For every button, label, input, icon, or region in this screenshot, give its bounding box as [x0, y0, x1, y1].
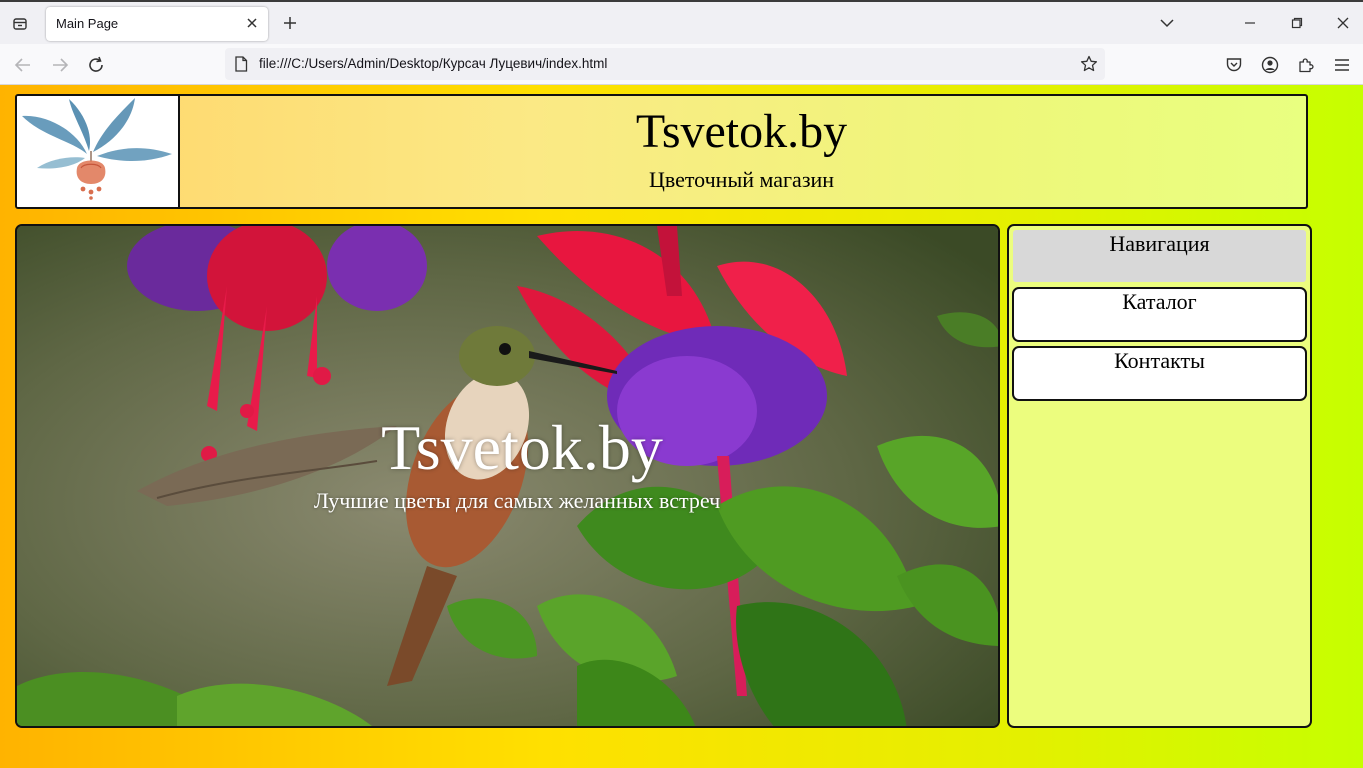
- navigation-heading: Навигация: [1013, 230, 1306, 282]
- browser-tab-bar: Main Page: [0, 0, 1363, 44]
- hero-banner: Tsvetok.by Лучшие цветы для самых желанн…: [15, 224, 1000, 728]
- navigation-sidebar: Навигация Каталог Контакты: [1007, 224, 1312, 728]
- browser-tab[interactable]: Main Page: [46, 7, 268, 41]
- close-window-icon[interactable]: [1331, 12, 1355, 34]
- minimize-icon[interactable]: [1238, 12, 1262, 34]
- page-viewport: Tsvetok.by Цветочный магазин Tsvetok.by …: [0, 85, 1363, 768]
- browser-nav-bar: file:///C:/Users/Admin/Desktop/Курсач Лу…: [0, 44, 1363, 85]
- logo: [17, 96, 180, 207]
- bookmark-star-icon[interactable]: [1079, 54, 1099, 74]
- reload-icon[interactable]: [84, 53, 108, 77]
- account-icon[interactable]: [1258, 53, 1282, 77]
- tab-title: Main Page: [56, 16, 119, 31]
- hero-tagline: Лучшие цветы для самых желанных встреч: [313, 488, 721, 513]
- site-title: Tsvetok.by: [635, 105, 848, 158]
- page-icon: [233, 56, 249, 72]
- forward-arrow-icon[interactable]: [48, 53, 72, 77]
- site-subtitle: Цветочный магазин: [648, 167, 835, 192]
- back-arrow-icon[interactable]: [11, 53, 35, 77]
- site-header: Tsvetok.by Цветочный магазин: [15, 94, 1308, 209]
- menu-hamburger-icon[interactable]: [1330, 53, 1354, 77]
- nav-link-contacts[interactable]: Контакты: [1012, 346, 1307, 401]
- restore-icon[interactable]: [1285, 12, 1309, 34]
- url-text[interactable]: file:///C:/Users/Admin/Desktop/Курсач Лу…: [259, 56, 607, 71]
- flower-logo-icon: [22, 98, 172, 200]
- extensions-icon[interactable]: [1294, 53, 1318, 77]
- tab-list-icon[interactable]: [8, 12, 32, 36]
- address-bar[interactable]: file:///C:/Users/Admin/Desktop/Курсач Лу…: [225, 48, 1105, 80]
- new-tab-icon[interactable]: [279, 12, 301, 34]
- nav-link-catalog[interactable]: Каталог: [1012, 287, 1307, 342]
- pocket-icon[interactable]: [1222, 53, 1246, 77]
- close-tab-icon[interactable]: [244, 15, 260, 31]
- tab-overflow-chevron-icon[interactable]: [1155, 12, 1179, 34]
- hero-title: Tsvetok.by: [381, 412, 663, 483]
